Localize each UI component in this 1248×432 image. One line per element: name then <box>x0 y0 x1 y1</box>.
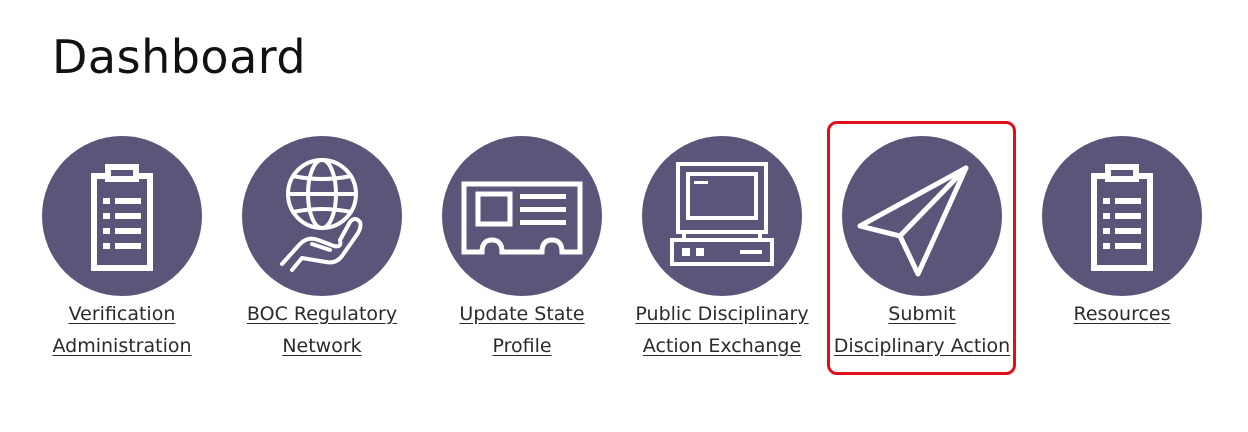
tile-label-line: Action Exchange <box>642 335 802 357</box>
submit-disciplinary-action-tile[interactable]: Submit Disciplinary Action <box>822 136 1022 362</box>
dashboard-page: Dashboard Verification Administration BO… <box>0 0 1248 432</box>
tile-label-line: Resources <box>1073 303 1171 325</box>
boc-regulatory-network-tile[interactable]: BOC Regulatory Network <box>222 136 422 362</box>
tile-label-line: Public Disciplinary <box>635 303 809 325</box>
tile-label-line: Administration <box>52 335 192 357</box>
public-disciplinary-action-exchange-link[interactable]: Public Disciplinary Action Exchange <box>622 298 822 362</box>
tile-label-line: Verification <box>68 303 176 325</box>
update-state-profile-tile[interactable]: Update State Profile <box>422 136 622 362</box>
public-disciplinary-action-exchange-tile[interactable]: Public Disciplinary Action Exchange <box>622 136 822 362</box>
globe-in-hand-icon[interactable] <box>242 136 402 296</box>
verification-administration-tile[interactable]: Verification Administration <box>22 136 222 362</box>
resources-tile[interactable]: Resources <box>1022 136 1222 330</box>
tile-label-line: Update State <box>459 303 585 325</box>
resources-link[interactable]: Resources <box>1022 298 1222 330</box>
submit-disciplinary-action-link[interactable]: Submit Disciplinary Action <box>822 298 1022 362</box>
id-card-icon[interactable] <box>442 136 602 296</box>
clipboard-list-icon[interactable] <box>42 136 202 296</box>
tile-label-line: Profile <box>492 335 552 357</box>
boc-regulatory-network-link[interactable]: BOC Regulatory Network <box>222 298 422 362</box>
clipboard-list-icon[interactable] <box>1042 136 1202 296</box>
tile-label-line: Submit <box>888 303 956 325</box>
page-title: Dashboard <box>52 30 307 84</box>
tile-label-line: Network <box>282 335 362 357</box>
tile-label-line: BOC Regulatory <box>246 303 398 325</box>
tile-label-line: Disciplinary Action <box>833 335 1011 357</box>
computer-terminal-icon[interactable] <box>642 136 802 296</box>
paper-plane-icon[interactable] <box>842 136 1002 296</box>
verification-administration-link[interactable]: Verification Administration <box>22 298 222 362</box>
update-state-profile-link[interactable]: Update State Profile <box>422 298 622 362</box>
